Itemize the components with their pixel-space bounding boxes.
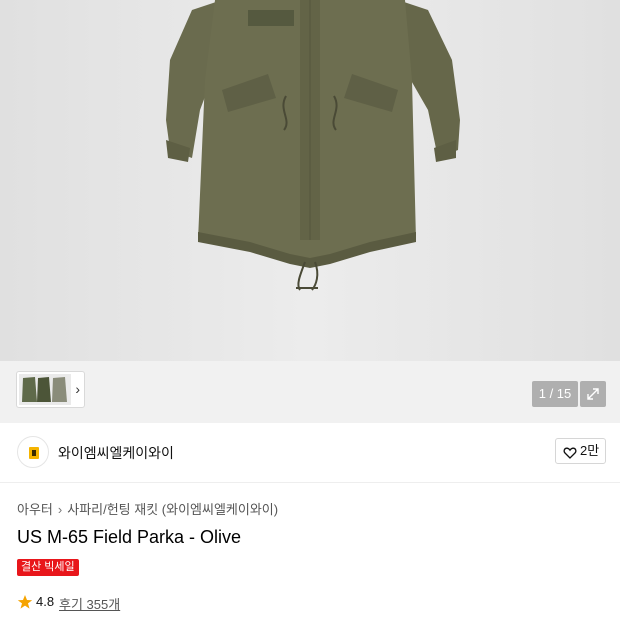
like-count: 2만 bbox=[580, 443, 600, 458]
thumbnail-image[interactable] bbox=[19, 374, 71, 405]
chevron-right-icon: › bbox=[57, 502, 63, 517]
star-icon bbox=[17, 594, 33, 613]
rating-score: 4.8 bbox=[36, 594, 55, 609]
reviews-link[interactable]: 후기 355개 bbox=[59, 594, 120, 613]
sale-badge: 결산 빅세일 bbox=[17, 559, 79, 576]
breadcrumb-item-category[interactable]: 아우터 bbox=[17, 499, 53, 518]
parka-photo bbox=[0, 0, 620, 361]
chevron-right-icon[interactable]: › bbox=[75, 380, 80, 398]
brand-name[interactable]: 와이엠씨엘케이와이 bbox=[58, 443, 174, 463]
brand-row[interactable]: 와이엠씨엘케이와이 2만 bbox=[0, 423, 620, 483]
image-counter: 1 / 15 bbox=[532, 381, 578, 407]
heart-icon bbox=[563, 444, 577, 468]
product-title: US M-65 Field Parka - Olive bbox=[17, 527, 242, 547]
like-button[interactable]: 2만 bbox=[555, 438, 606, 464]
gallery-bar: › 1 / 15 bbox=[0, 361, 620, 423]
brand-logo[interactable] bbox=[17, 436, 49, 468]
thumbnail-strip[interactable]: › bbox=[16, 371, 85, 408]
breadcrumb-item-subcategory[interactable]: 사파리/헌팅 재킷 (와이엠씨엘케이와이) bbox=[67, 499, 278, 518]
expand-icon[interactable] bbox=[580, 381, 606, 407]
breadcrumb: 아우터 › 사파리/헌팅 재킷 (와이엠씨엘케이와이) bbox=[17, 499, 278, 518]
product-image[interactable] bbox=[0, 0, 620, 361]
